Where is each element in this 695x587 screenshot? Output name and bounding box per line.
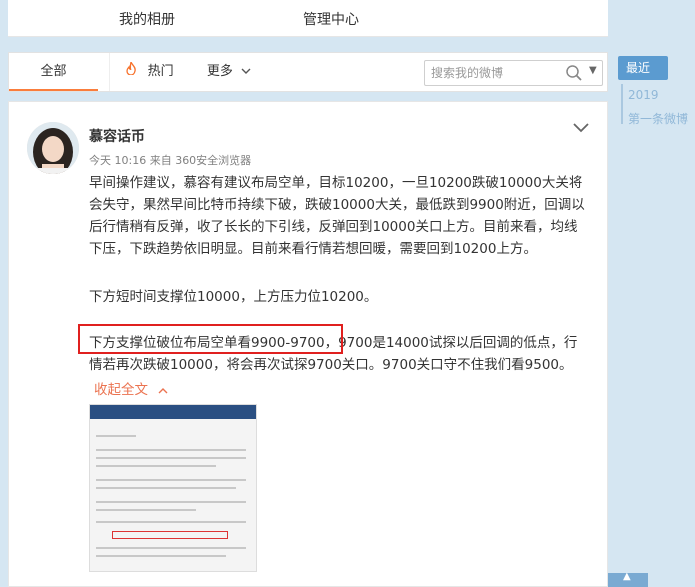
back-to-top-icon: ▲ xyxy=(623,571,631,582)
search-box: ▼ xyxy=(424,60,603,86)
tab-more-label: 更多 xyxy=(206,64,233,79)
thumbnail-line xyxy=(96,547,246,549)
tab-all-label: 全部 xyxy=(40,64,67,79)
top-nav: 我的相册 管理中心 xyxy=(8,0,608,37)
thumbnail-highlight xyxy=(112,531,228,539)
nav-admin-center[interactable]: 管理中心 xyxy=(303,9,359,29)
chevron-up-icon xyxy=(158,384,168,397)
post-menu-chevron-icon[interactable] xyxy=(572,120,590,134)
nav-my-album[interactable]: 我的相册 xyxy=(119,9,175,29)
collapse-label: 收起全文 xyxy=(94,382,148,398)
post-card: 慕容话币 今天 10:16 来自 360安全浏览器 早间操作建议，慕容有建议布局… xyxy=(8,101,608,587)
thumbnail-line xyxy=(96,487,236,489)
highlight-box xyxy=(78,324,343,354)
tab-hot[interactable]: 热门 xyxy=(109,53,189,91)
collapse-full-text-link[interactable]: 收起全文 xyxy=(94,378,168,398)
sidebar-year-2019[interactable]: 2019 xyxy=(628,88,659,102)
post-image-thumbnail[interactable] xyxy=(89,404,257,572)
timeline-line xyxy=(621,84,623,124)
thumbnail-line xyxy=(96,509,196,511)
thumbnail-line xyxy=(96,435,136,437)
sidebar-recent[interactable]: 最近 xyxy=(618,56,668,80)
search-input[interactable] xyxy=(431,64,557,82)
flame-icon xyxy=(125,59,141,79)
search-icon[interactable] xyxy=(565,64,583,82)
tab-hot-label: 热门 xyxy=(147,64,174,79)
thumbnail-line xyxy=(96,457,246,459)
post-paragraph-2: 下方短时间支撑位10000，上方压力位10200。 xyxy=(89,289,378,305)
post-username[interactable]: 慕容话币 xyxy=(89,126,145,146)
back-to-top-button[interactable]: ▲ xyxy=(608,571,648,587)
tab-more[interactable]: 更多 xyxy=(199,53,259,91)
tab-all[interactable]: 全部 xyxy=(9,53,98,91)
thumbnail-line xyxy=(96,555,226,557)
thumbnail-line xyxy=(96,449,246,451)
thumbnail-line xyxy=(96,479,246,481)
sidebar-first-post[interactable]: 第一条微博 xyxy=(628,110,688,127)
feed-tab-bar: 全部 热门 更多 ▼ xyxy=(8,52,608,92)
chevron-down-icon xyxy=(241,65,251,78)
thumbnail-line xyxy=(96,501,246,503)
thumbnail-line xyxy=(96,521,246,523)
avatar[interactable] xyxy=(27,122,79,174)
post-paragraph-1: 早间操作建议，慕容有建议布局空单，目标10200，一旦10200跌破10000大… xyxy=(89,175,585,257)
search-dropdown-icon[interactable]: ▼ xyxy=(589,65,597,76)
post-meta: 今天 10:16 来自 360安全浏览器 xyxy=(89,154,252,167)
thumbnail-line xyxy=(96,465,216,467)
thumbnail-header xyxy=(90,405,256,419)
